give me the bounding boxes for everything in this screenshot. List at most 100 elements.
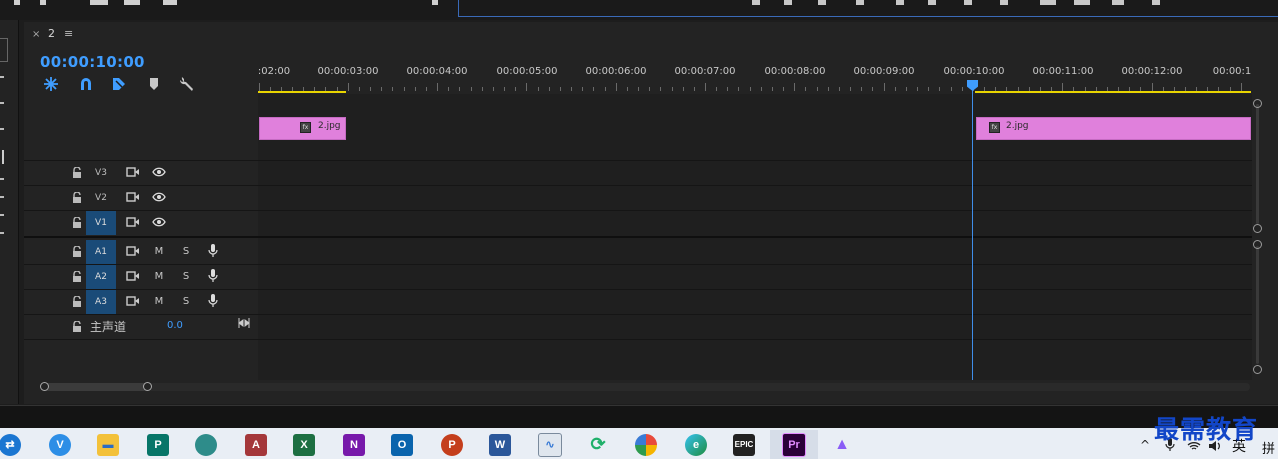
track-label-a2[interactable]: A2 bbox=[86, 265, 116, 289]
mute-button[interactable]: M bbox=[153, 296, 165, 307]
lock-track-icon[interactable] bbox=[70, 190, 84, 204]
excel-icon[interactable]: X bbox=[280, 430, 328, 459]
zoom-handle-left[interactable] bbox=[40, 382, 49, 391]
type-tool-icon[interactable] bbox=[0, 214, 4, 216]
sync-lock-icon[interactable] bbox=[126, 190, 140, 204]
epic-games-icon[interactable]: EPIC bbox=[720, 430, 768, 459]
zoom-scrollbar-track[interactable] bbox=[40, 383, 1250, 391]
selection-tool-icon[interactable] bbox=[0, 38, 8, 62]
photos-icon[interactable]: ▲ bbox=[818, 430, 866, 459]
export-frame-icon[interactable] bbox=[1074, 0, 1090, 5]
ripple-edit-tool-icon[interactable] bbox=[0, 102, 4, 104]
lock-track-icon[interactable] bbox=[70, 319, 84, 333]
tool-more-icon[interactable] bbox=[0, 232, 4, 234]
slip-tool-icon[interactable] bbox=[2, 150, 4, 164]
go-to-in-out-icon[interactable] bbox=[237, 316, 251, 330]
button-editor-icon[interactable] bbox=[1112, 0, 1124, 5]
razor-tool-icon[interactable] bbox=[0, 128, 4, 130]
sync-icon[interactable]: ⟳ bbox=[574, 430, 622, 459]
snap-magnet-icon[interactable] bbox=[77, 76, 95, 92]
go-to-in-icon[interactable] bbox=[818, 0, 826, 5]
sync-lock-icon[interactable] bbox=[126, 269, 140, 283]
premiere-icon[interactable]: Pr bbox=[770, 430, 818, 459]
track-label-a3[interactable]: A3 bbox=[86, 290, 116, 314]
teamviewer-icon[interactable]: ⇄ bbox=[0, 430, 34, 459]
playhead-timecode[interactable]: 00:00:10:00 bbox=[40, 53, 145, 71]
onenote-icon[interactable]: N bbox=[330, 430, 378, 459]
solo-button[interactable]: S bbox=[180, 296, 192, 307]
playhead-line[interactable] bbox=[972, 84, 973, 380]
word-icon[interactable]: W bbox=[476, 430, 524, 459]
solo-button[interactable]: S bbox=[180, 271, 192, 282]
access-icon[interactable]: A bbox=[232, 430, 280, 459]
track-label-a1[interactable]: A1 bbox=[86, 240, 116, 264]
mark-out-icon[interactable] bbox=[784, 0, 792, 5]
add-marker-icon[interactable] bbox=[145, 76, 163, 92]
lift-icon[interactable] bbox=[1000, 0, 1008, 5]
vscroll-handle-bottom[interactable] bbox=[1253, 365, 1262, 374]
video-clip[interactable]: fx 2.jpg bbox=[259, 117, 346, 140]
ime-mode-indicator[interactable]: 拼 bbox=[1262, 438, 1275, 457]
vivaldi-icon[interactable]: V bbox=[36, 430, 84, 459]
lock-track-icon[interactable] bbox=[70, 269, 84, 283]
solo-button[interactable]: S bbox=[180, 246, 192, 257]
track-select-tool-icon[interactable] bbox=[0, 76, 4, 78]
tab-close-icon[interactable]: × bbox=[32, 29, 40, 40]
file-explorer-icon[interactable]: ▬ bbox=[84, 430, 132, 459]
work-area-bar[interactable] bbox=[258, 91, 346, 93]
eye-toggle-icon[interactable] bbox=[152, 190, 166, 204]
lock-track-icon[interactable] bbox=[70, 165, 84, 179]
sync-lock-icon[interactable] bbox=[126, 244, 140, 258]
timeline-settings-wrench-icon[interactable] bbox=[178, 76, 196, 92]
edge-icon[interactable]: e bbox=[672, 430, 720, 459]
orb-icon[interactable] bbox=[182, 430, 230, 459]
zoom-scrollbar-thumb[interactable] bbox=[42, 383, 150, 391]
sync-lock-icon[interactable] bbox=[126, 215, 140, 229]
time-ruler[interactable]: :02:00 00:00:03:00 00:00:04:00 00:00:05:… bbox=[258, 62, 1252, 94]
sequence-tab-name[interactable]: 2 bbox=[48, 27, 55, 40]
sync-lock-icon[interactable] bbox=[126, 294, 140, 308]
track-label-v2[interactable]: V2 bbox=[86, 186, 116, 210]
voiceover-mic-icon[interactable] bbox=[206, 269, 220, 283]
vscroll-handle-top[interactable] bbox=[1253, 99, 1262, 108]
video-clip[interactable]: fx 2.jpg bbox=[976, 117, 1251, 140]
step-back-icon[interactable] bbox=[856, 0, 864, 5]
audio-vscroll-thumb[interactable] bbox=[1256, 246, 1259, 364]
go-to-out-icon[interactable] bbox=[964, 0, 972, 5]
pen-tool-icon[interactable] bbox=[0, 178, 4, 180]
pinwheel-icon[interactable] bbox=[622, 430, 670, 459]
voiceover-mic-icon[interactable] bbox=[206, 294, 220, 308]
resource-monitor-icon[interactable]: ∿ bbox=[526, 430, 574, 459]
hand-tool-icon[interactable] bbox=[0, 196, 4, 198]
master-volume-value[interactable]: 0.0 bbox=[167, 320, 183, 331]
mark-in-icon[interactable] bbox=[752, 0, 760, 5]
ruler-tick bbox=[850, 87, 852, 91]
linked-selection-icon[interactable] bbox=[110, 76, 128, 92]
play-icon[interactable] bbox=[896, 0, 904, 5]
publisher-icon[interactable]: P bbox=[134, 430, 182, 459]
zoom-handle-right[interactable] bbox=[143, 382, 152, 391]
work-area-bar[interactable] bbox=[975, 91, 1251, 93]
vscroll-handle-bottom[interactable] bbox=[1253, 224, 1262, 233]
show-hidden-icons-icon[interactable]: ^ bbox=[1140, 438, 1150, 452]
step-forward-icon[interactable] bbox=[928, 0, 936, 5]
eye-toggle-icon[interactable] bbox=[152, 165, 166, 179]
mute-button[interactable]: M bbox=[153, 271, 165, 282]
track-label-v3[interactable]: V3 bbox=[86, 161, 116, 185]
voiceover-mic-icon[interactable] bbox=[206, 244, 220, 258]
nest-toggle-icon[interactable] bbox=[42, 76, 60, 92]
add-icon[interactable] bbox=[1152, 0, 1160, 5]
vscroll-handle-top[interactable] bbox=[1253, 240, 1262, 249]
outlook-icon[interactable]: O bbox=[378, 430, 426, 459]
lock-track-icon[interactable] bbox=[70, 294, 84, 308]
extract-icon[interactable] bbox=[1040, 0, 1056, 5]
video-vscroll-thumb[interactable] bbox=[1256, 104, 1259, 224]
lock-track-icon[interactable] bbox=[70, 244, 84, 258]
sync-lock-icon[interactable] bbox=[126, 165, 140, 179]
eye-toggle-icon[interactable] bbox=[152, 215, 166, 229]
track-label-v1[interactable]: V1 bbox=[86, 211, 116, 235]
panel-menu-icon[interactable]: ≡ bbox=[64, 27, 73, 40]
mute-button[interactable]: M bbox=[153, 246, 165, 257]
lock-track-icon[interactable] bbox=[70, 215, 84, 229]
powerpoint-icon[interactable]: P bbox=[428, 430, 476, 459]
